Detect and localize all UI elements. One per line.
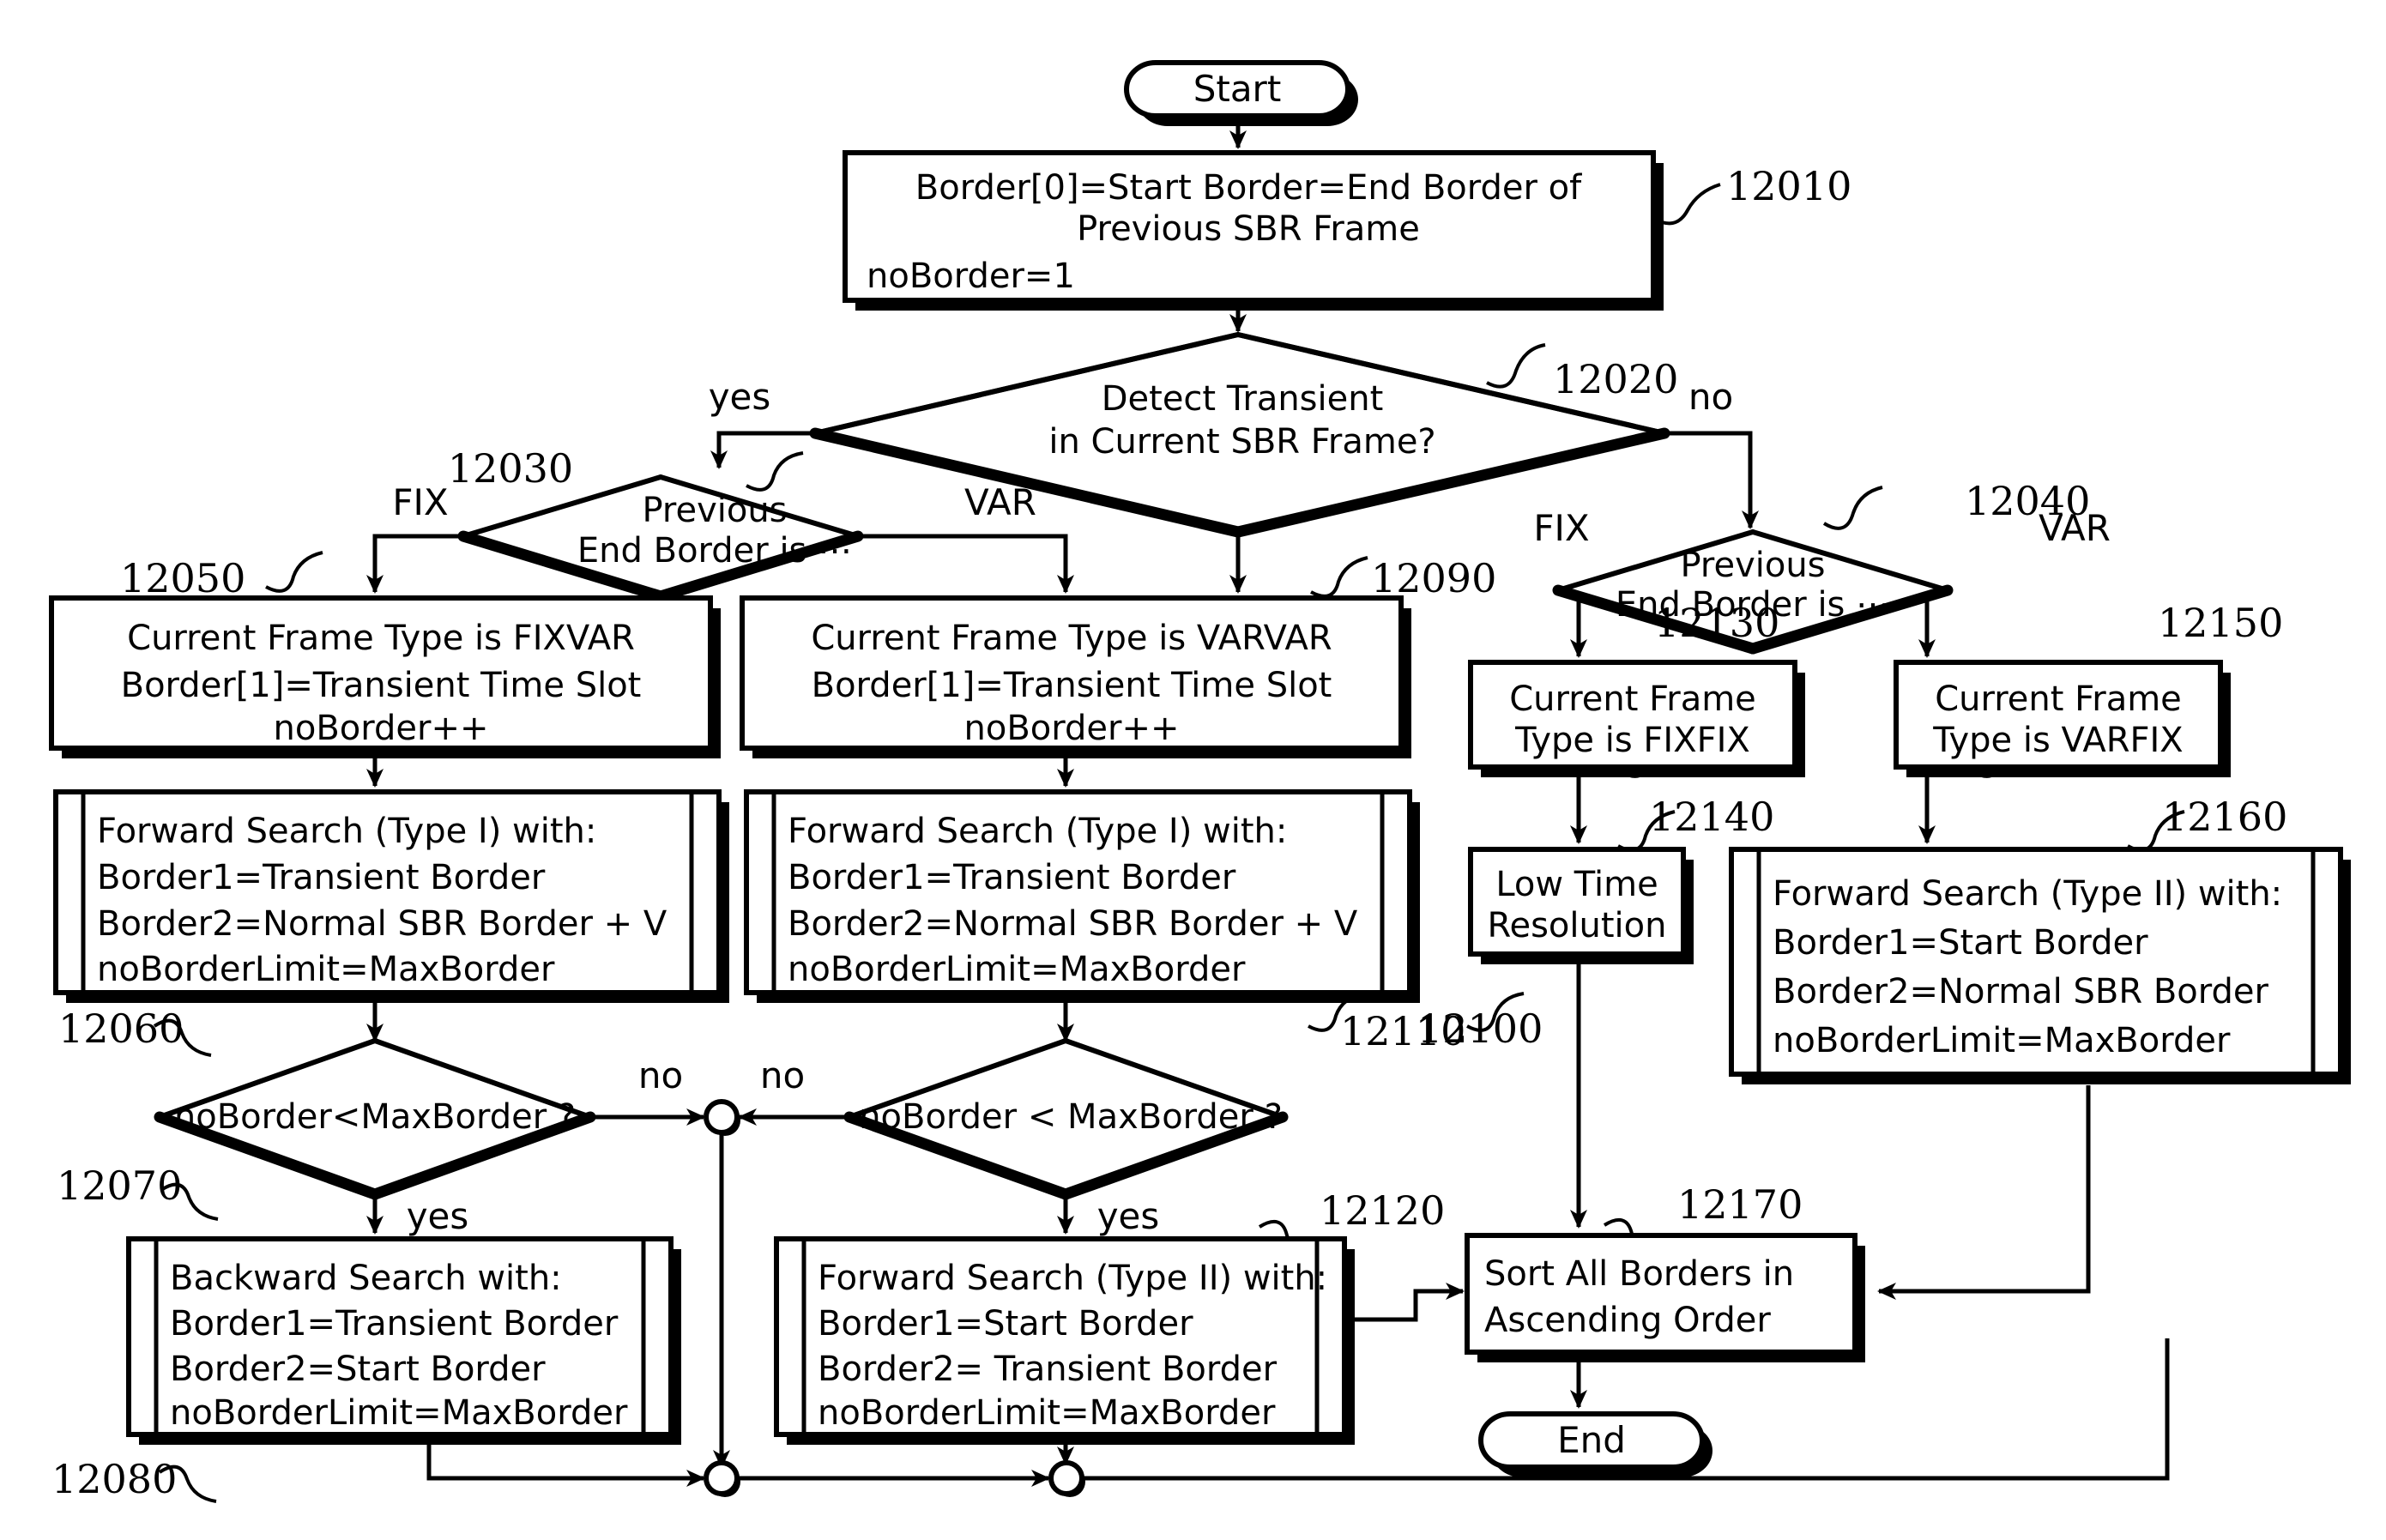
ref-12030: 12030	[448, 445, 573, 492]
node-12100-line-2: Border2=Normal SBR Border + V	[788, 904, 1358, 944]
node-12080: Backward Search with: Border1=Transient …	[126, 1236, 681, 1445]
ref-12120: 12120	[1320, 1187, 1445, 1234]
node-12130-line-0: Current Frame	[1509, 679, 1756, 719]
node-12060-line-3: noBorderLimit=MaxBorder	[97, 950, 555, 989]
junction-top	[704, 1099, 740, 1136]
ref-12130: 12130	[1654, 600, 1779, 646]
node-12140-line-1: Resolution	[1487, 906, 1666, 945]
node-12020-line-0: Detect Transient	[1102, 379, 1384, 419]
node-12140: Low Time Resolution	[1468, 847, 1694, 964]
node-12030-line-1: End Border is ⋯	[577, 531, 852, 571]
node-12020-line-1: in Current SBR Frame?	[1048, 422, 1435, 462]
node-12010-line-2: noBorder=1	[867, 257, 1075, 296]
node-12030-line-0: Previous	[642, 491, 787, 530]
node-12080-line-3: noBorderLimit=MaxBorder	[170, 1393, 628, 1433]
ref-12050: 12050	[120, 555, 245, 601]
node-12080-line-1: Border1=Transient Border	[170, 1304, 619, 1344]
edge-label-no-transient: no	[1688, 376, 1733, 418]
node-12100: Forward Search (Type I) with: Border1=Tr…	[744, 789, 1420, 1003]
node-12050-line-0: Current Frame Type is FIXVAR	[127, 619, 635, 658]
node-12080-line-0: Backward Search with:	[170, 1259, 562, 1298]
node-12070-line-0: noBorder<MaxBorder ?	[174, 1097, 576, 1137]
node-12090: Current Frame Type is VARVAR Border[1]=T…	[740, 595, 1411, 758]
terminator-start-label: Start	[1193, 68, 1282, 110]
node-12020: Detect Transient in Current SBR Frame?	[809, 331, 1670, 538]
terminator-start: Start	[1124, 60, 1358, 126]
node-12160-line-0: Forward Search (Type II) with:	[1773, 874, 2282, 914]
edge-label-yes-right-loop: yes	[1097, 1195, 1160, 1237]
edge-label-no-left-loop: no	[638, 1054, 683, 1096]
node-12150-line-1: Type is VARFIX	[1932, 721, 2183, 760]
edge-label-no-right-loop: no	[760, 1054, 805, 1096]
terminator-end-label: End	[1557, 1419, 1626, 1461]
ref-12020: 12020	[1553, 356, 1678, 402]
ref-12090: 12090	[1371, 555, 1496, 601]
node-12060: Forward Search (Type I) with: Border1=Tr…	[53, 789, 729, 1003]
edge-label-fix-left: FIX	[392, 481, 448, 523]
node-12070: noBorder<MaxBorder ?	[154, 1038, 596, 1200]
edge-label-var-right: VAR	[2039, 507, 2111, 549]
node-12150: Current Frame Type is VARFIX	[1894, 660, 2231, 777]
ref-12160: 12160	[2162, 794, 2287, 840]
node-12030: Previous End Border is ⋯	[457, 474, 864, 602]
node-12100-line-3: noBorderLimit=MaxBorder	[788, 950, 1246, 989]
ref-12010: 12010	[1726, 163, 1851, 209]
edge-label-yes-transient: yes	[709, 376, 771, 418]
node-12120-line-1: Border1=Start Border	[818, 1304, 1193, 1344]
ref-12110: 12110	[1340, 1008, 1465, 1054]
node-12100-line-1: Border1=Transient Border	[788, 858, 1236, 897]
node-12120-line-2: Border2= Transient Border	[818, 1350, 1278, 1389]
node-12170: Sort All Borders in Ascending Order	[1465, 1233, 1865, 1362]
node-12100-line-0: Forward Search (Type I) with:	[788, 812, 1287, 851]
ref-12170: 12170	[1677, 1181, 1803, 1228]
edge-label-var-left: VAR	[964, 481, 1036, 523]
node-12130-line-1: Type is FIXFIX	[1514, 721, 1750, 760]
ref-12080: 12080	[51, 1456, 177, 1502]
node-12120: Forward Search (Type II) with: Border1=S…	[774, 1236, 1355, 1445]
node-12010-line-0: Border[0]=Start Border=End Border of	[915, 168, 1582, 208]
node-12110: noBorder < MaxBorder ?	[843, 1038, 1289, 1200]
node-12050: Current Frame Type is FIXVAR Border[1]=T…	[49, 595, 721, 758]
terminator-end: End	[1478, 1411, 1712, 1477]
node-12140-line-0: Low Time	[1495, 865, 1658, 904]
node-12170-line-1: Ascending Order	[1484, 1301, 1771, 1340]
node-12170-line-0: Sort All Borders in	[1484, 1254, 1794, 1294]
node-12150-line-0: Current Frame	[1935, 679, 2182, 719]
node-12040-line-0: Previous	[1680, 546, 1825, 585]
node-12090-line-2: noBorder++	[964, 709, 1180, 748]
junction-bottom-left	[704, 1460, 740, 1497]
edge-label-yes-left-loop: yes	[407, 1195, 469, 1237]
node-12110-line-0: noBorder < MaxBorder ?	[859, 1097, 1283, 1137]
edge-label-fix-right: FIX	[1533, 507, 1589, 549]
node-12160-line-1: Border1=Start Border	[1773, 923, 2148, 963]
node-12160-line-3: noBorderLimit=MaxBorder	[1773, 1021, 2231, 1060]
node-12120-line-0: Forward Search (Type II) with:	[818, 1259, 1327, 1298]
node-12160: Forward Search (Type II) with: Border1=S…	[1729, 847, 2351, 1084]
node-12050-line-1: Border[1]=Transient Time Slot	[121, 666, 642, 705]
node-12010: Border[0]=Start Border=End Border of Pre…	[843, 150, 1664, 311]
node-12010-line-1: Previous SBR Frame	[1077, 209, 1420, 249]
ref-12060: 12060	[58, 1006, 184, 1052]
node-12080-line-2: Border2=Start Border	[170, 1350, 546, 1389]
node-12060-line-1: Border1=Transient Border	[97, 858, 546, 897]
ref-12070: 12070	[57, 1163, 182, 1209]
node-12050-line-2: noBorder++	[274, 709, 489, 748]
node-12060-line-0: Forward Search (Type I) with:	[97, 812, 596, 851]
ref-12140: 12140	[1649, 794, 1774, 840]
ref-12150: 12150	[2158, 600, 2283, 646]
node-12090-line-0: Current Frame Type is VARVAR	[811, 619, 1332, 658]
junction-bottom-right	[1048, 1460, 1085, 1497]
node-12090-line-1: Border[1]=Transient Time Slot	[812, 666, 1332, 705]
node-12120-line-3: noBorderLimit=MaxBorder	[818, 1393, 1276, 1433]
node-12060-line-2: Border2=Normal SBR Border + V	[97, 904, 667, 944]
node-12130: Current Frame Type is FIXFIX	[1468, 660, 1805, 777]
flowchart-canvas: Start Border[0]=Start Border=End Border …	[0, 0, 2386, 1540]
node-12160-line-2: Border2=Normal SBR Border	[1773, 972, 2269, 1012]
